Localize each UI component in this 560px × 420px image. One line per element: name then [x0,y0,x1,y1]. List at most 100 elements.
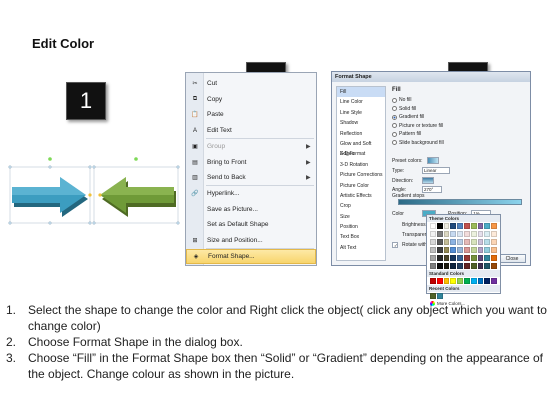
color-swatch[interactable] [491,255,497,261]
color-swatch[interactable] [450,263,457,269]
color-swatch[interactable] [484,278,491,284]
preset-colors-button[interactable] [426,157,439,164]
color-swatch[interactable] [443,239,450,245]
color-swatch[interactable] [450,223,457,229]
category-item[interactable]: Line Style [337,108,385,118]
menu-item[interactable]: ▤ Bring to Front ▶ [186,155,316,170]
color-swatch[interactable] [463,231,470,237]
color-swatch[interactable] [443,255,450,261]
color-swatch[interactable] [477,239,484,245]
color-swatch[interactable] [457,247,463,253]
fill-option[interactable]: Picture or texture fill [392,123,443,129]
color-swatch[interactable] [450,231,457,237]
color-swatch[interactable] [484,255,491,261]
radio-button[interactable] [392,114,397,120]
rotate-checkbox[interactable]: ✓ [392,242,398,248]
radio-button[interactable] [392,140,397,145]
color-swatch[interactable] [436,263,443,269]
radio-button[interactable] [392,123,397,128]
menu-item[interactable]: ▥ Send to Back ▶ [186,170,316,185]
color-swatch[interactable] [477,247,484,253]
fill-option[interactable]: Solid fill [392,106,416,112]
color-swatch[interactable] [430,231,436,237]
color-swatch[interactable] [470,263,477,269]
color-swatch[interactable] [477,255,484,261]
color-swatch[interactable] [457,263,463,269]
color-swatch[interactable] [463,255,470,261]
color-swatch[interactable] [450,278,457,284]
menu-item[interactable]: 🔗 Hyperlink... [186,186,316,201]
color-swatch[interactable] [463,247,470,253]
color-swatch[interactable] [484,247,491,253]
category-item[interactable]: Shadow [337,118,385,128]
category-item[interactable]: Artistic Effects [337,191,385,201]
category-item[interactable]: Line Color [337,97,385,107]
category-item[interactable]: Alt Text [337,243,385,253]
color-swatch[interactable] [470,231,477,237]
color-swatch[interactable] [450,247,457,253]
close-button[interactable]: Close [498,254,526,263]
color-swatch[interactable] [477,278,484,284]
category-item[interactable]: Size [337,212,385,222]
menu-item[interactable]: 📋 Paste [186,107,316,122]
color-swatch[interactable] [457,223,463,229]
menu-item[interactable]: ✂ Cut [186,76,316,91]
fill-option[interactable]: Gradient fill [392,114,424,120]
radio-button[interactable] [392,131,397,137]
category-item[interactable]: Picture Color [337,181,385,191]
color-swatch[interactable] [436,223,443,229]
color-swatch[interactable] [491,231,497,237]
color-swatch[interactable] [436,255,443,261]
color-swatch[interactable] [470,278,477,284]
green-arrow-shape[interactable] [100,177,176,217]
color-swatch[interactable] [484,239,491,245]
color-swatch[interactable] [484,263,491,269]
color-swatch[interactable] [491,223,497,229]
radio-button[interactable] [392,97,397,103]
color-swatch[interactable] [430,247,436,253]
color-swatch[interactable] [430,278,436,284]
category-item[interactable]: 3-D Format [337,149,385,159]
color-swatch[interactable] [450,239,457,245]
color-swatch[interactable] [430,255,436,261]
color-swatch[interactable] [430,223,436,229]
fill-option[interactable]: Slide background fill [392,140,444,146]
color-swatch[interactable] [470,247,477,253]
category-item[interactable]: Fill [337,87,385,98]
category-item[interactable]: 3-D Rotation [337,160,385,170]
gradient-stops-bar[interactable] [398,199,522,205]
category-item[interactable]: Picture Corrections [337,170,385,180]
category-item[interactable]: Text Box [337,232,385,242]
menu-item[interactable]: A Edit Text [186,123,316,138]
color-swatch[interactable] [436,239,443,245]
color-swatch[interactable] [484,223,491,229]
color-swatch[interactable] [463,278,470,284]
color-swatch[interactable] [457,255,463,261]
color-swatch[interactable] [430,239,436,245]
color-swatch[interactable] [437,293,443,299]
category-item[interactable]: Crop [337,201,385,211]
color-swatch[interactable] [436,247,443,253]
color-swatch[interactable] [470,255,477,261]
color-swatch[interactable] [430,293,436,299]
color-swatch[interactable] [491,278,497,284]
category-item[interactable]: Glow and Soft Edges [337,139,385,157]
menu-item[interactable]: Set as Default Shape [186,217,316,232]
color-swatch[interactable] [430,263,436,269]
color-swatch[interactable] [491,239,497,245]
type-select[interactable]: Linear [422,167,450,174]
color-swatch[interactable] [463,263,470,269]
color-swatch[interactable] [436,278,443,284]
radio-button[interactable] [392,106,397,111]
menu-item[interactable]: ⧉ Copy [186,92,316,107]
category-item[interactable]: Position [337,222,385,232]
color-swatch[interactable] [457,239,463,245]
color-swatch[interactable] [457,278,463,284]
menu-item[interactable]: ◈ Format Shape... [186,248,316,264]
color-swatch[interactable] [470,223,477,229]
color-swatch[interactable] [443,223,450,229]
color-swatch[interactable] [436,231,443,237]
fill-option[interactable]: No fill [392,97,412,103]
color-swatch[interactable] [463,223,470,229]
color-swatch[interactable] [457,231,463,237]
